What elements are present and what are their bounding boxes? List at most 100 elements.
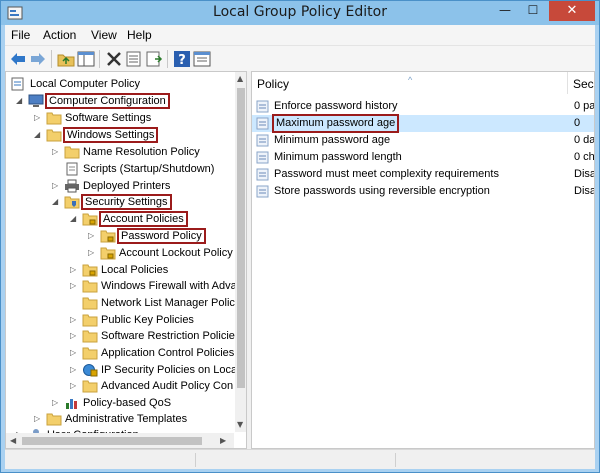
expand-arrow-icon[interactable]: ▷ <box>70 312 80 328</box>
show-hide-tree-icon[interactable] <box>77 50 95 68</box>
tree-label: Security Settings <box>81 194 172 210</box>
expand-arrow-icon[interactable]: ▷ <box>70 345 80 361</box>
title-bar: Local Group Policy Editor — ☐ ✕ <box>1 1 599 25</box>
table-row[interactable]: Password must meet complexity requiremen… <box>252 166 595 183</box>
tree-label: Application Control Policies <box>101 347 235 359</box>
folder-icon <box>82 380 98 393</box>
scroll-right-arrow-icon[interactable]: ▶ <box>220 436 226 445</box>
expand-arrow-icon[interactable]: ▷ <box>70 328 80 344</box>
toolbar: ? <box>5 45 595 71</box>
table-row[interactable]: Minimum password length 0 ch <box>252 149 595 166</box>
column-header-label: Secu <box>573 77 594 91</box>
table-row[interactable]: Store passwords using reversible encrypt… <box>252 183 594 200</box>
policy-name: Enforce password history <box>274 100 398 112</box>
expand-arrow-icon[interactable]: ▷ <box>70 362 80 378</box>
export-list-icon[interactable] <box>145 50 163 68</box>
expand-arrow-icon[interactable]: ▷ <box>70 278 80 294</box>
menu-action[interactable]: Action <box>43 28 76 42</box>
security-setting: Disa <box>574 168 595 180</box>
expand-arrow-icon[interactable]: ▷ <box>70 262 80 278</box>
security-setting: 0 ch <box>574 151 595 163</box>
expand-arrow-icon[interactable]: ▷ <box>52 178 62 194</box>
close-button[interactable]: ✕ <box>549 1 595 21</box>
forward-arrow-icon[interactable] <box>29 50 47 68</box>
menu-file[interactable]: File <box>11 28 30 42</box>
collapse-arrow-icon[interactable]: ◢ <box>70 211 80 227</box>
tree-label: Software Settings <box>65 112 152 124</box>
toolbar-separator <box>167 50 168 68</box>
folder-icon <box>46 129 62 142</box>
column-header-policy[interactable]: Policy ^ <box>252 72 568 94</box>
expand-arrow-icon[interactable]: ▷ <box>52 144 62 160</box>
tree-label: Local Policies <box>101 264 169 276</box>
scroll-left-arrow-icon[interactable]: ◀ <box>10 436 16 445</box>
tree-label: Advanced Audit Policy Con <box>101 380 234 392</box>
tree-label: Policy-based QoS <box>83 397 172 409</box>
tree-label: Public Key Policies <box>101 314 194 326</box>
tree-label: Windows Settings <box>63 127 159 143</box>
status-section <box>395 453 396 467</box>
expand-arrow-icon[interactable]: ▷ <box>34 411 44 427</box>
expand-arrow-icon[interactable]: ▷ <box>34 110 44 126</box>
menu-bar: File Action View Help <box>5 25 595 45</box>
tree-label: Account Lockout Policy <box>119 247 233 259</box>
properties-icon[interactable] <box>125 50 143 68</box>
locked-folder-icon <box>82 213 98 226</box>
up-folder-icon[interactable] <box>57 50 75 68</box>
tree-label: Windows Firewall with Adva <box>101 280 237 292</box>
policy-name: Maximum password age <box>272 114 400 133</box>
column-header-security-setting[interactable]: Secu <box>568 72 594 94</box>
sort-ascending-icon: ^ <box>408 75 413 85</box>
column-header-label: Policy <box>257 77 290 91</box>
tree-vertical-scrollbar[interactable]: ▲ ▼ <box>235 72 246 432</box>
delete-icon[interactable] <box>105 50 123 68</box>
filter-options-icon[interactable] <box>193 50 211 68</box>
back-arrow-icon[interactable] <box>9 50 27 68</box>
printer-icon <box>65 179 79 193</box>
expand-arrow-icon[interactable]: ▷ <box>88 245 98 261</box>
tree-horizontal-scrollbar[interactable]: ◀ ▶ <box>6 433 234 448</box>
scroll-down-arrow-icon[interactable]: ▼ <box>237 420 243 429</box>
svg-text:?: ? <box>178 53 186 68</box>
policy-name: Minimum password age <box>274 134 391 146</box>
expand-arrow-icon[interactable]: ▷ <box>70 378 80 394</box>
tree-label: Password Policy <box>117 228 206 244</box>
computer-icon <box>28 94 44 107</box>
folder-icon <box>46 413 62 426</box>
maximize-button[interactable]: ☐ <box>519 1 547 21</box>
table-row[interactable]: Maximum password age 0 <box>252 114 594 133</box>
security-setting: 0 pa <box>574 100 595 112</box>
policy-name: Password must meet complexity requiremen… <box>274 168 499 180</box>
locked-folder-icon <box>82 264 98 277</box>
collapse-arrow-icon[interactable]: ◢ <box>52 194 62 210</box>
expand-arrow-icon[interactable]: ▷ <box>88 228 98 244</box>
security-setting: 0 da <box>574 134 595 146</box>
folder-icon <box>82 314 98 327</box>
tree-label: Local Computer Policy <box>30 78 141 90</box>
policy-setting-icon <box>256 117 269 130</box>
tree-horizontal-scroll-thumb[interactable] <box>22 437 202 445</box>
scroll-up-arrow-icon[interactable]: ▲ <box>237 74 243 83</box>
help-icon[interactable]: ? <box>173 50 191 68</box>
table-row[interactable]: Minimum password age 0 da <box>252 132 595 149</box>
table-row[interactable]: Enforce password history 0 pa <box>252 98 595 115</box>
security-folder-icon <box>64 196 80 209</box>
collapse-arrow-icon[interactable]: ◢ <box>16 93 26 109</box>
folder-icon <box>82 347 98 360</box>
status-section <box>195 453 196 467</box>
tree-vertical-scroll-thumb[interactable] <box>237 88 245 388</box>
menu-view[interactable]: View <box>91 28 117 42</box>
policy-document-icon <box>11 77 24 91</box>
policy-setting-icon <box>256 185 269 198</box>
minimize-button[interactable]: — <box>491 1 519 21</box>
locked-folder-icon <box>100 230 116 243</box>
expand-arrow-icon[interactable]: ▷ <box>52 395 62 411</box>
policy-setting-icon <box>256 100 269 113</box>
ip-security-icon <box>83 364 98 377</box>
menu-help[interactable]: Help <box>127 28 152 42</box>
script-document-icon <box>66 162 78 176</box>
collapse-arrow-icon[interactable]: ◢ <box>34 127 44 143</box>
tree-label: IP Security Policies on Local <box>101 364 240 376</box>
toolbar-separator <box>51 50 52 68</box>
status-bar <box>5 449 595 469</box>
